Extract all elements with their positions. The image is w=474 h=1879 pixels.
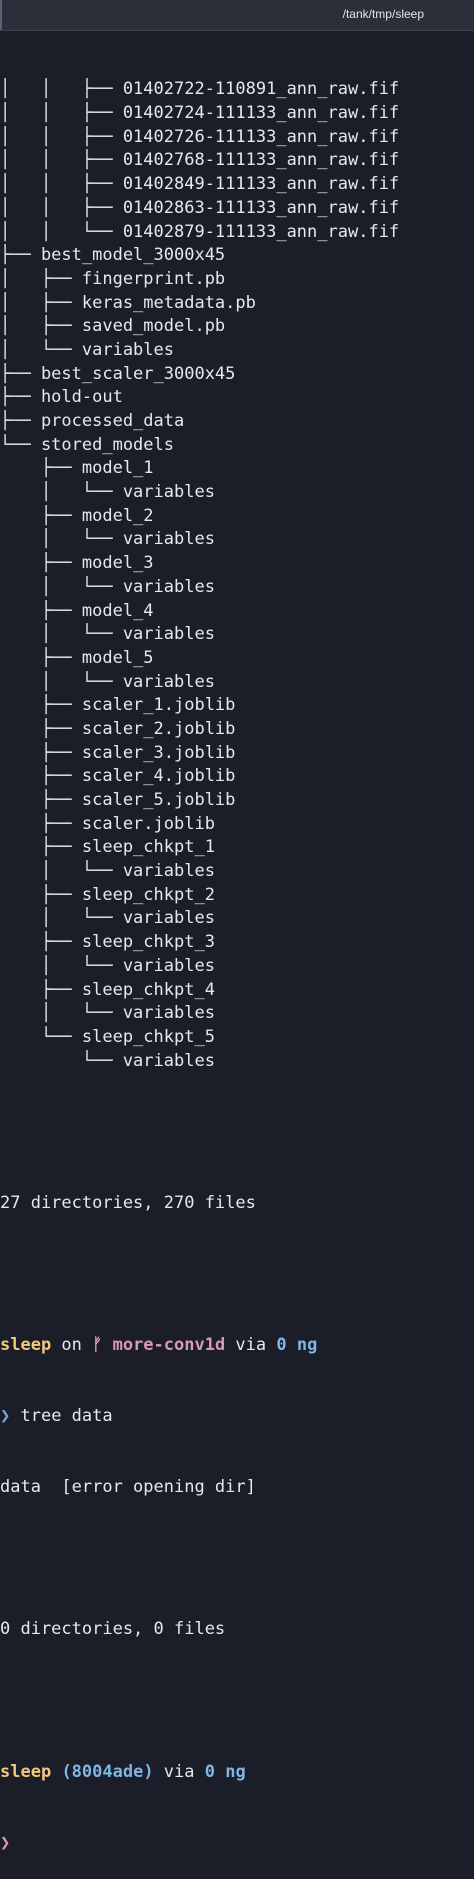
tree-entry: │ └── variables [0, 908, 215, 929]
prompt-dir: sleep [0, 1761, 52, 1782]
git-commit: (8004ade) [61, 1761, 154, 1782]
tree-entry: │ ├── keras_metadata.pb [0, 292, 256, 313]
prompt-line: sleep (8004ade) via 0 ng [0, 1761, 474, 1785]
tree-listing: │ │ ├── 01402722-110891_ann_raw.fif │ │ ├… [0, 78, 474, 1073]
tree-entry: │ │ ├── 01402849-111133_ann_raw.fif [0, 174, 400, 195]
tree-entry: │ ├── fingerprint.pb [0, 268, 226, 289]
prompt-on: on [51, 1334, 93, 1355]
prompt-via: via [225, 1334, 277, 1355]
tree-entry: ├── scaler.joblib [0, 813, 215, 834]
tree-entry: │ └── variables [0, 339, 174, 360]
titlebar-edge [0, 0, 2, 30]
tree-entry: ├── scaler_5.joblib [0, 790, 236, 811]
summary-line: 27 directories, 270 files [0, 1192, 256, 1213]
tree-entry: ├── sleep_chkpt_1 [0, 837, 215, 858]
active-prompt-line[interactable]: ❯ [0, 1832, 474, 1856]
tree-entry: │ └── variables [0, 861, 215, 882]
tree-entry: ├── scaler_3.joblib [0, 742, 236, 763]
git-branch-icon: ᚠ [92, 1334, 103, 1355]
prompt-via: via [153, 1761, 205, 1782]
tree-entry: │ └── variables [0, 1003, 215, 1024]
tree-entry: ├── processed_data [0, 411, 185, 432]
tree-entry: ├── sleep_chkpt_3 [0, 932, 215, 953]
tree-entry: ├── best_model_3000x45 [0, 245, 226, 266]
window-title: /tank/tmp/sleep [342, 7, 424, 21]
lang-name: ng [296, 1334, 318, 1355]
tree-entry: └── sleep_chkpt_5 [0, 1026, 215, 1047]
tree-entry: │ │ ├── 01402726-111133_ann_raw.fif [0, 126, 400, 147]
terminal-output[interactable]: │ │ ├── 01402722-110891_ann_raw.fif │ │ ├… [0, 31, 474, 1879]
tree-entry: │ │ └── 01402879-111133_ann_raw.fif [0, 221, 400, 242]
tree-entry: │ └── variables [0, 576, 215, 597]
prompt-line: sleep on ᚠ more-conv1d via 0 ng [0, 1334, 474, 1358]
command-text: tree data [10, 1406, 113, 1427]
summary-line: 0 directories, 0 files [0, 1619, 226, 1640]
command-output: data [error opening dir] [0, 1477, 256, 1498]
tree-entry: │ └── variables [0, 671, 215, 692]
tree-entry: │ │ ├── 01402722-110891_ann_raw.fif [0, 79, 400, 100]
tree-entry: ├── model_5 [0, 647, 154, 668]
tree-entry: ├── sleep_chkpt_2 [0, 884, 215, 905]
tree-entry: │ └── variables [0, 955, 215, 976]
tree-entry: ├── hold-out [0, 387, 123, 408]
tree-entry: ├── scaler_4.joblib [0, 766, 236, 787]
tree-entry: │ ├── saved_model.pb [0, 316, 226, 337]
tree-entry: │ └── variables [0, 624, 215, 645]
tree-entry: ├── scaler_2.joblib [0, 718, 236, 739]
tree-entry: ├── sleep_chkpt_4 [0, 979, 215, 1000]
tree-entry: ├── model_3 [0, 553, 154, 574]
tree-entry: ├── scaler_1.joblib [0, 695, 236, 716]
window-titlebar: /tank/tmp/sleep [0, 0, 474, 31]
tree-entry: └── stored_models [0, 434, 174, 455]
prompt-chevron-icon: ❯ [0, 1406, 11, 1427]
tree-entry: └── variables [0, 1050, 215, 1071]
tree-entry: ├── model_4 [0, 600, 154, 621]
lang-icon: 0 [276, 1334, 287, 1355]
prompt-chevron-icon: ❯ [0, 1832, 11, 1853]
tree-entry: │ │ ├── 01402863-111133_ann_raw.fif [0, 197, 400, 218]
tree-entry: ├── best_scaler_3000x45 [0, 363, 236, 384]
tree-entry: │ │ ├── 01402724-111133_ann_raw.fif [0, 103, 400, 124]
tree-entry: │ └── variables [0, 482, 215, 503]
tree-entry: ├── model_1 [0, 458, 154, 479]
lang-name: ng [225, 1761, 246, 1782]
tree-entry: ├── model_2 [0, 505, 154, 526]
tree-entry: │ │ ├── 01402768-111133_ann_raw.fif [0, 150, 400, 171]
tree-entry: │ └── variables [0, 529, 215, 550]
command-line: ❯ tree data [0, 1405, 474, 1429]
lang-icon: 0 [204, 1761, 215, 1782]
git-branch: more-conv1d [112, 1334, 226, 1355]
prompt-dir: sleep [0, 1334, 52, 1355]
